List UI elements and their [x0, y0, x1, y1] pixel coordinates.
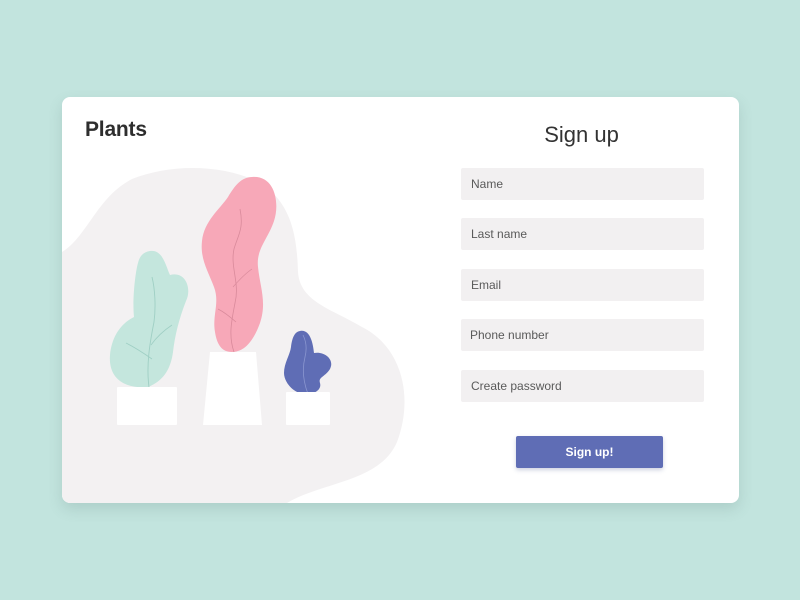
pink-pot: [203, 352, 262, 425]
plants-illustration: [62, 168, 405, 503]
signup-card: Plants Sign up Sign up!: [62, 97, 739, 503]
signup-title: Sign up: [544, 122, 619, 147]
phone-number-field[interactable]: [461, 319, 704, 351]
blue-pot: [286, 392, 330, 425]
sign-up-button[interactable]: Sign up!: [516, 436, 663, 468]
brand-title: Plants: [85, 118, 147, 141]
mint-pot: [117, 387, 177, 425]
email-field[interactable]: [461, 269, 704, 301]
create-password-field[interactable]: [461, 370, 704, 402]
name-field[interactable]: [461, 168, 704, 200]
last-name-field[interactable]: [461, 218, 704, 250]
